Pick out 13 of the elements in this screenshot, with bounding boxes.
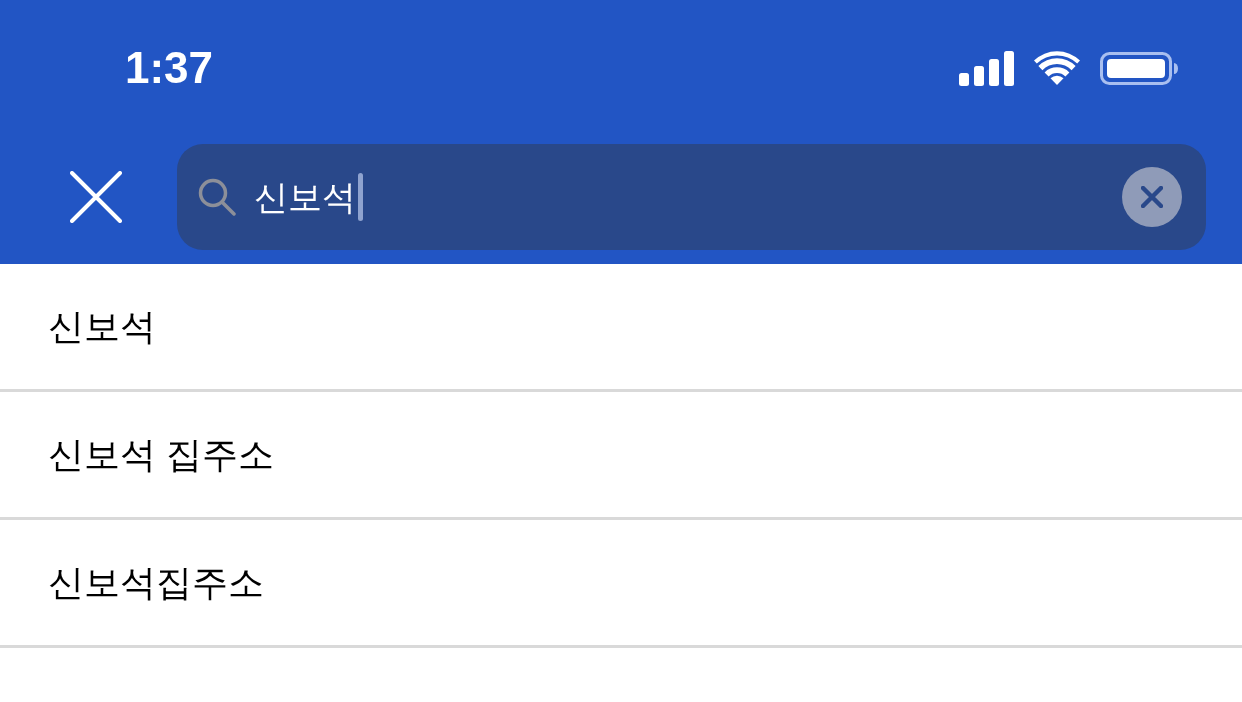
search-query: 신보석: [254, 180, 356, 214]
close-icon: [70, 171, 122, 223]
status-time: 1:37: [125, 46, 214, 90]
suggestion-item[interactable]: 신보석 집주소: [0, 392, 1242, 520]
battery-icon: [1100, 51, 1178, 85]
clear-icon: [1141, 186, 1163, 208]
search-field[interactable]: 신보석: [177, 144, 1206, 250]
signal-icon: [959, 50, 1014, 86]
suggestion-item[interactable]: 신보석: [0, 264, 1242, 392]
clear-button[interactable]: [1122, 167, 1182, 227]
suggestion-item[interactable]: 신보석집주소: [0, 520, 1242, 648]
search-icon: [198, 178, 236, 216]
wifi-icon: [1034, 51, 1080, 85]
